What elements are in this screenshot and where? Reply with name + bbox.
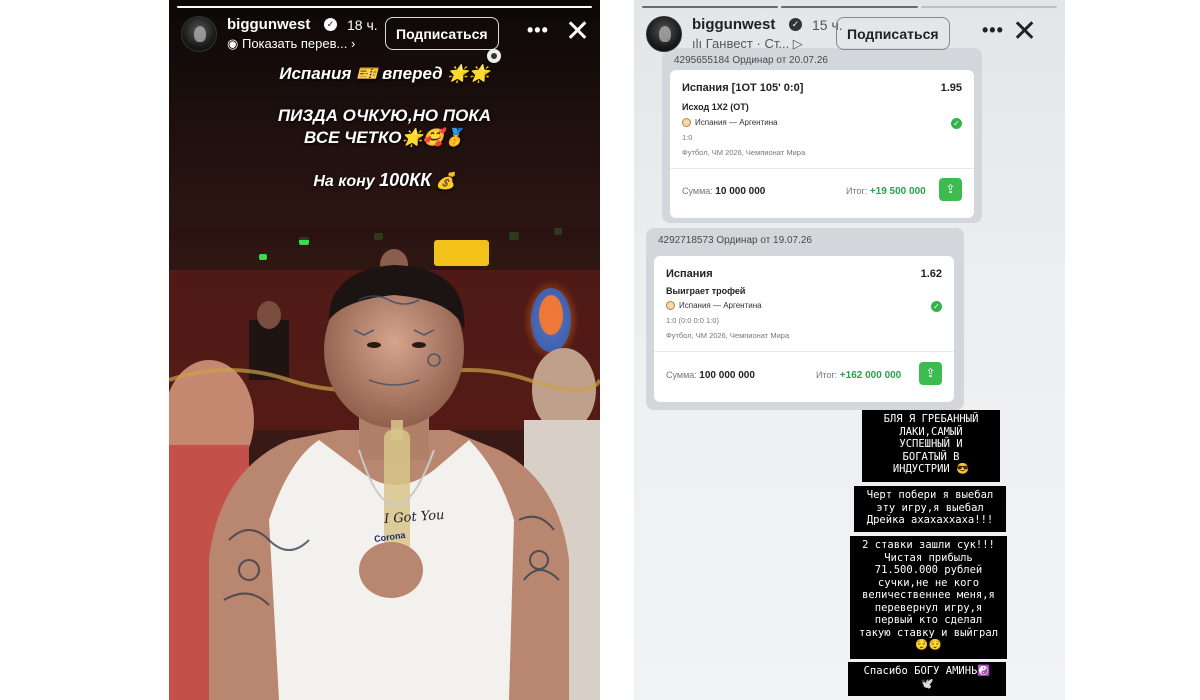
divider	[670, 168, 974, 169]
music-link[interactable]: ılı Ганвест · Ст... ▷	[692, 36, 803, 52]
bet-league: Футбол, ЧМ 2026, Чемпионат Мира	[666, 331, 790, 340]
photo-scene	[169, 0, 600, 700]
caption-line-1: Испания 🎫 вперед 🌟🌟	[279, 64, 490, 83]
follow-button[interactable]: Подписаться	[836, 17, 950, 50]
chevron-right-icon: ›	[347, 36, 356, 51]
bet-amount: Сумма: 10 000 000	[682, 186, 765, 197]
bet-result-value: +162 000 000	[839, 370, 902, 381]
caption-line-3: ВСЕ ЧЕТКО🌟🥰🥇	[304, 128, 465, 147]
caption-stake-suffix: 💰	[431, 173, 456, 190]
more-options-icon[interactable]: •••	[527, 20, 549, 41]
bet-card: Испания 1.62 Выиграет трофей Испания — А…	[654, 256, 954, 402]
caption-line-2: ПИЗДА ОЧКУЮ,НО ПОКА	[277, 106, 492, 125]
bet-result: Итог: +19 500 000	[846, 186, 926, 197]
follow-button[interactable]: Подписаться	[385, 17, 499, 50]
bet-amount: Сумма: 100 000 000	[666, 370, 755, 381]
bet-ticket: 4295655184 Ординар от 20.07.26 Испания […	[662, 48, 982, 223]
bet-odds: 1.62	[920, 268, 942, 280]
bet-result-label: Итог:	[846, 186, 868, 196]
football-icon	[666, 301, 675, 310]
bet-id-line: 4292718573 Ординар от 19.07.26	[658, 235, 812, 246]
verified-badge-icon: ✓	[789, 18, 802, 31]
close-icon[interactable]: ✕	[565, 17, 590, 47]
bet-amount-value: 100 000 000	[699, 370, 755, 381]
globe-icon: ◉	[227, 36, 242, 51]
bet-result: Итог: +162 000 000	[816, 370, 901, 381]
bet-amount-label: Сумма:	[682, 186, 713, 196]
story-text-1: БЛЯ Я ГРЕБАННЫЙ ЛАКИ,САМЫЙ УСПЕШНЫЙ И БО…	[862, 410, 1000, 482]
story-text-4: Спасибо БОГУ АМИНЬ☯️ 🕊️	[848, 662, 1006, 696]
story-text-3: 2 ставки зашли сук!!! Чистая прибыль 71.…	[850, 536, 1007, 659]
bet-match: Испания — Аргентина	[679, 301, 762, 310]
bet-market: Исход 1X2 (ОТ)	[682, 102, 749, 112]
translate-link[interactable]: ◉ Показать перев... ›	[227, 36, 355, 52]
more-options-icon[interactable]: •••	[982, 20, 1004, 41]
bet-card: Испания [1ОТ 105' 0:0] 1.95 Исход 1X2 (О…	[670, 70, 974, 218]
bet-score: 1:0 (0:0 0:0 1:0)	[666, 316, 719, 325]
football-icon	[682, 118, 691, 127]
avatar[interactable]	[181, 16, 217, 52]
progress-segment	[781, 6, 918, 8]
bet-amount-label: Сумма:	[666, 370, 697, 380]
story-header: biggunwest ✓ 18 ч. ◉ Показать перев... ›…	[179, 14, 590, 54]
bet-market: Выиграет трофей	[666, 286, 746, 296]
bet-amount-value: 10 000 000	[715, 186, 766, 197]
caption-stake-amount: 100КК	[379, 170, 432, 190]
verified-badge-icon: ✓	[324, 18, 337, 31]
divider	[654, 351, 954, 352]
translate-label: Показать перев...	[241, 36, 348, 51]
story-progress	[177, 6, 592, 8]
avatar[interactable]	[646, 16, 682, 52]
bet-ticket: 4292718573 Ординар от 19.07.26 Испания 1…	[646, 228, 964, 410]
caption-stake-prefix: На кону	[313, 173, 380, 190]
username[interactable]: biggunwest	[692, 16, 775, 33]
story-text-2: Черт побери я выебал эту игру,я выебал Д…	[854, 486, 1006, 532]
progress-segment	[642, 6, 779, 8]
share-icon[interactable]: ⇪	[919, 362, 942, 385]
username[interactable]: biggunwest	[227, 16, 310, 33]
close-icon[interactable]: ✕	[1012, 17, 1037, 47]
won-check-icon: ✓	[951, 118, 962, 129]
share-icon[interactable]: ⇪	[939, 178, 962, 201]
caption-line-4: На кону 100КК 💰	[169, 170, 600, 191]
bet-league: Футбол, ЧМ 2026, Чемпионат Мира	[682, 148, 806, 157]
progress-segment	[177, 6, 592, 8]
bet-odds: 1.95	[940, 82, 962, 94]
story-left: biggunwest ✓ 18 ч. ◉ Показать перев... ›…	[169, 0, 600, 700]
bet-selection: Испания [1ОТ 105' 0:0]	[682, 82, 804, 94]
story-header: biggunwest ✓ 15 ч. ılı Ганвест · Ст... ▷…	[644, 14, 1055, 54]
post-time: 18 ч.	[347, 17, 378, 33]
bet-match: Испания — Аргентина	[695, 118, 778, 127]
story-progress	[642, 6, 1057, 8]
story-right: biggunwest ✓ 15 ч. ılı Ганвест · Ст... ▷…	[634, 0, 1065, 700]
won-check-icon: ✓	[931, 301, 942, 312]
bet-score: 1:0	[682, 133, 693, 142]
bet-result-value: +19 500 000	[869, 186, 926, 197]
progress-segment	[920, 6, 1057, 8]
bet-id-line: 4295655184 Ординар от 20.07.26	[674, 55, 828, 66]
bet-result-label: Итог:	[816, 370, 838, 380]
bet-selection: Испания	[666, 268, 713, 280]
